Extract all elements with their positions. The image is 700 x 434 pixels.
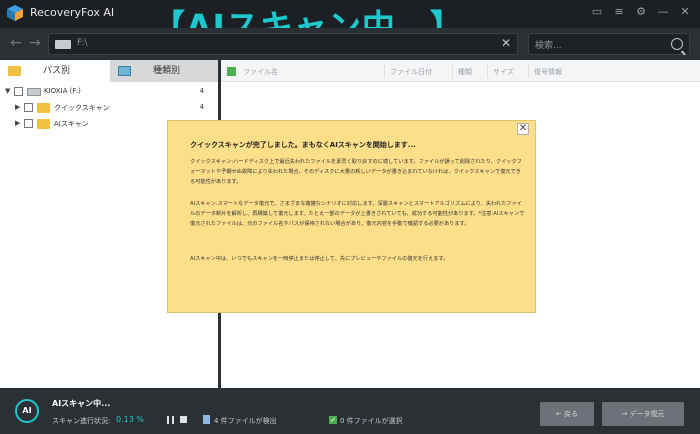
dialog-title: クイックスキャンが完了しました。まもなくAIスキャンを開始します... <box>190 141 416 149</box>
app-window: RecoveryFox AI 【AIスキャン中…】 ▭ ≡ ⚙ — ✕ ← → … <box>0 0 700 434</box>
search-input[interactable]: 検索... <box>528 33 690 55</box>
window-controls: ▭ ≡ ⚙ — ✕ <box>590 4 692 20</box>
tree-item-count: 4 <box>199 103 204 111</box>
tree-item-label: KIOXIA (F:) <box>44 87 81 95</box>
tab-by-type-label: 種類別 <box>153 66 181 76</box>
column-divider <box>384 64 385 78</box>
tree-item-drive[interactable]: ▼ KIOXIA (F:) 4 <box>0 84 218 100</box>
dialog-close-icon[interactable]: ✕ <box>517 123 529 135</box>
drive-icon <box>55 40 71 49</box>
recover-data-button[interactable]: → データ復元 <box>602 402 684 426</box>
column-file-name[interactable]: ファイル名 <box>243 67 278 77</box>
address-bar[interactable]: F:\ ✕ <box>48 33 518 55</box>
clear-address-icon[interactable]: ✕ <box>501 36 511 50</box>
scan-progress-value: 0.13 % <box>116 415 144 424</box>
column-file-date[interactable]: ファイル日付 <box>390 67 432 77</box>
folder-icon <box>37 103 50 113</box>
collapsed-caret-icon[interactable]: ▶ <box>15 104 21 111</box>
collapsed-caret-icon[interactable]: ▶ <box>15 120 21 127</box>
drive-icon <box>27 88 41 96</box>
tab-by-path-label: パス別 <box>43 66 71 76</box>
nav-bar: ← → F:\ ✕ 検索... <box>0 28 700 60</box>
scan-info-dialog: ✕ クイックスキャンが完了しました。まもなくAIスキャンを開始します... クイ… <box>167 120 536 313</box>
address-path: F:\ <box>77 38 88 48</box>
tree-checkbox[interactable] <box>24 119 33 128</box>
forward-arrow-icon[interactable]: → <box>27 35 43 51</box>
pause-icon[interactable] <box>167 416 174 424</box>
tree-item-label: AIスキャン <box>54 120 89 128</box>
column-divider <box>528 64 529 78</box>
column-recovery-info[interactable]: 復号情報 <box>534 67 562 77</box>
stop-icon[interactable] <box>180 416 187 423</box>
dialog-pause-note: AIスキャン中は、いつでもスキャンを一時停止または停止して、先にプレビューやファ… <box>190 256 449 262</box>
folder-icon <box>8 65 21 76</box>
view-tabs: パス別 種類別 <box>0 60 218 82</box>
status-bar: AI AIスキャン中... スキャン進行状況: 0.13 % 4 件ファイルが検… <box>0 388 700 434</box>
dialog-quick-scan-text: クイックスキャン:ハードディスク上で最近失われたファイルを素早く取り戻すのに適し… <box>190 159 522 186</box>
column-type[interactable]: 種類 <box>458 67 472 77</box>
back-button-label: 戻る <box>564 410 579 418</box>
search-icon[interactable] <box>671 38 683 50</box>
folder-icon <box>37 119 50 129</box>
checkbox-checked-icon: ✓ <box>329 416 337 424</box>
files-selected-count: 0 件ファイルが選択 <box>340 417 403 425</box>
close-icon[interactable]: ✕ <box>678 4 692 20</box>
menu-icon[interactable]: ≡ <box>612 4 626 20</box>
tab-by-type[interactable]: 種類別 <box>110 60 218 82</box>
files-found-count: 4 件ファイルが検出 <box>214 417 277 425</box>
tree-item-label: クイックスキャン <box>54 104 110 112</box>
select-all-checkbox[interactable] <box>227 67 236 76</box>
app-logo-icon <box>7 5 23 21</box>
file-icon <box>203 415 210 424</box>
scan-status-title: AIスキャン中... <box>52 399 111 408</box>
tree-checkbox[interactable] <box>14 87 23 96</box>
image-icon <box>118 65 131 76</box>
tab-by-path[interactable]: パス別 <box>0 60 110 82</box>
tree-checkbox[interactable] <box>24 103 33 112</box>
back-button[interactable]: ← 戻る <box>540 402 594 426</box>
column-divider <box>487 64 488 78</box>
scan-progress-label: スキャン進行状況: <box>52 417 111 425</box>
back-arrow-icon[interactable]: ← <box>8 35 24 51</box>
column-size[interactable]: サイズ <box>493 67 514 77</box>
recover-button-label: データ復元 <box>629 410 665 418</box>
chat-icon[interactable]: ▭ <box>590 4 604 20</box>
tree-item-count: 4 <box>199 87 204 95</box>
ai-scan-icon: AI <box>15 399 39 423</box>
expanded-caret-icon[interactable]: ▼ <box>5 88 11 95</box>
column-divider <box>452 64 453 78</box>
app-title: RecoveryFox AI <box>30 6 115 19</box>
search-placeholder: 検索... <box>535 41 562 51</box>
tree-item-quick-scan[interactable]: ▶ クイックスキャン 4 <box>0 100 218 116</box>
minimize-icon[interactable]: — <box>656 4 670 20</box>
file-list-header: ファイル名 ファイル日付 種類 サイズ 復号情報 <box>221 60 700 82</box>
dialog-ai-scan-text: AIスキャン:スマートなデータ復元で、さまざまな複雑なシナリオに対応します。深層… <box>190 201 525 228</box>
title-bar: RecoveryFox AI 【AIスキャン中…】 ▭ ≡ ⚙ — ✕ <box>0 0 700 46</box>
settings-icon[interactable]: ⚙ <box>634 4 648 20</box>
